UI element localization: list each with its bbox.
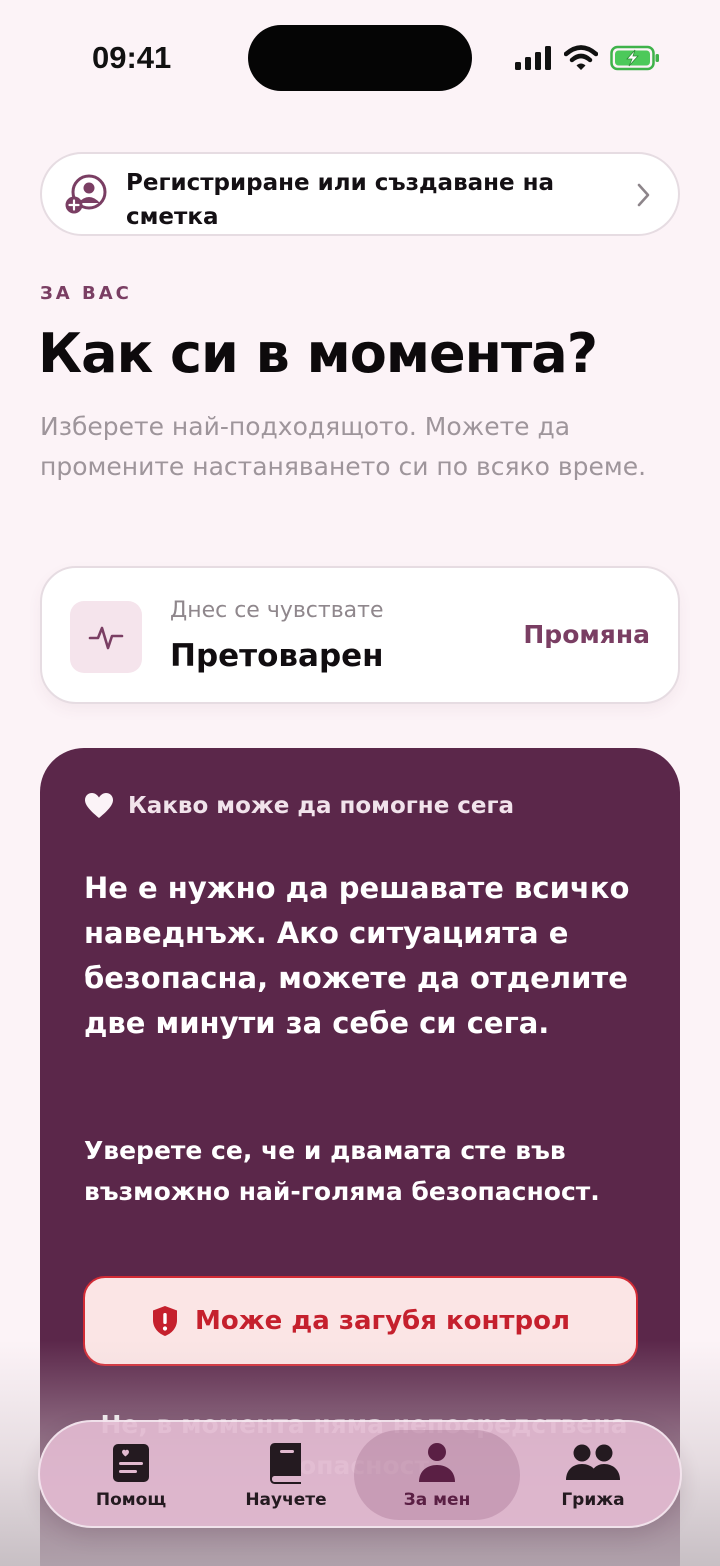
- help-main-text: Не е нужно да решавате всичко наведнъж. …: [84, 871, 630, 1040]
- tab-about-me-label: За мен: [403, 1490, 471, 1510]
- mood-caption: Днес се чувствате: [170, 598, 384, 623]
- tab-help-label: Помощ: [95, 1490, 167, 1510]
- lose-control-button[interactable]: Може да загубя контрол: [83, 1276, 638, 1366]
- tab-bar: Помощ Научете За мен Грижа: [38, 1420, 682, 1528]
- status-icons: [514, 44, 660, 72]
- book-icon: [270, 1443, 301, 1484]
- help-heading-text: Какво може да помогне сега: [128, 793, 515, 819]
- mood-icon-box: [70, 601, 142, 673]
- add-user-icon: [65, 174, 107, 214]
- status-bar: 09:41: [0, 0, 720, 110]
- page-title: Как си в момента?: [38, 322, 598, 385]
- lose-control-label: Може да загубя контрол: [194, 1306, 571, 1336]
- tab-about-me[interactable]: За мен: [354, 1430, 520, 1520]
- cellular-signal-icon: [515, 46, 551, 70]
- section-label: ЗА ВАС: [40, 283, 132, 304]
- mood-value: Претоварен: [170, 638, 384, 674]
- page-subtitle: Изберете най-подходящото. Можете да пром…: [40, 412, 647, 481]
- person-icon: [419, 1443, 455, 1482]
- dynamic-island: [248, 25, 472, 91]
- battery-charging-icon: [610, 45, 659, 71]
- tab-learn[interactable]: Научете: [203, 1430, 369, 1520]
- tab-care[interactable]: Грижа: [510, 1430, 676, 1520]
- heart-icon: [85, 793, 113, 818]
- tab-learn-label: Научете: [245, 1490, 327, 1510]
- chevron-right-icon: [637, 183, 650, 207]
- wifi-icon: [564, 45, 598, 70]
- help-secondary-text: Уверете се, че и двамата сте във възможн…: [84, 1136, 600, 1206]
- people-icon: [566, 1444, 620, 1480]
- mood-card: Днес се чувствате Претоварен Промяна: [40, 566, 680, 704]
- tab-help[interactable]: Помощ: [48, 1430, 214, 1520]
- pulse-icon: [88, 626, 124, 650]
- shield-alert-icon: [152, 1306, 177, 1336]
- sign-in-card[interactable]: Регистриране или създаване на сметка: [40, 152, 680, 236]
- change-mood-button[interactable]: Промяна: [523, 620, 650, 649]
- tab-care-label: Грижа: [561, 1490, 625, 1510]
- journal-icon: [113, 1444, 149, 1482]
- status-time: 09:41: [92, 40, 172, 75]
- sign-in-label: Регистриране или създаване на сметка: [126, 170, 555, 230]
- help-heading: Какво може да помогне сега: [84, 792, 514, 820]
